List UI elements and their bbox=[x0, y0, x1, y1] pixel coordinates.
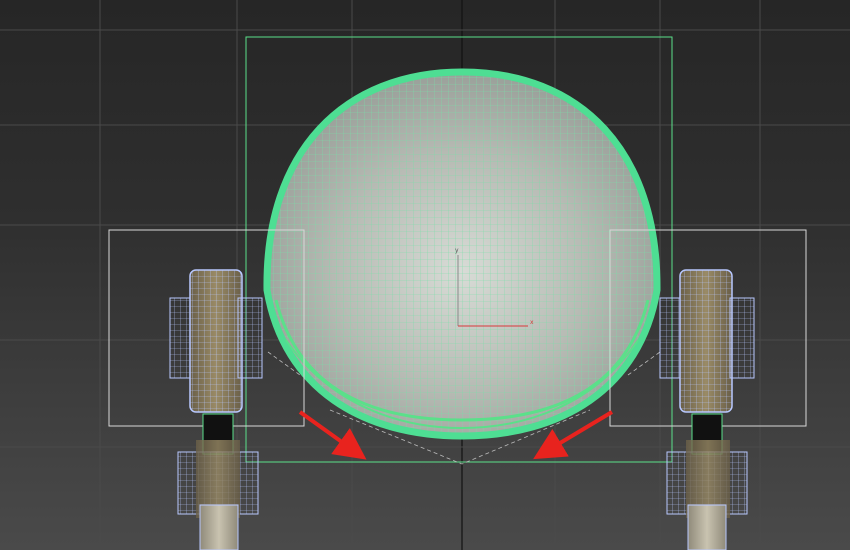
3d-viewport[interactable]: y x bbox=[0, 0, 850, 550]
gizmo-y-label: y bbox=[455, 247, 459, 254]
hemisphere-body[interactable] bbox=[260, 60, 670, 450]
scene-canvas[interactable]: y x bbox=[0, 0, 850, 550]
right-caster[interactable] bbox=[659, 269, 755, 550]
gizmo-x-label: x bbox=[530, 319, 534, 326]
left-caster[interactable] bbox=[169, 269, 263, 550]
